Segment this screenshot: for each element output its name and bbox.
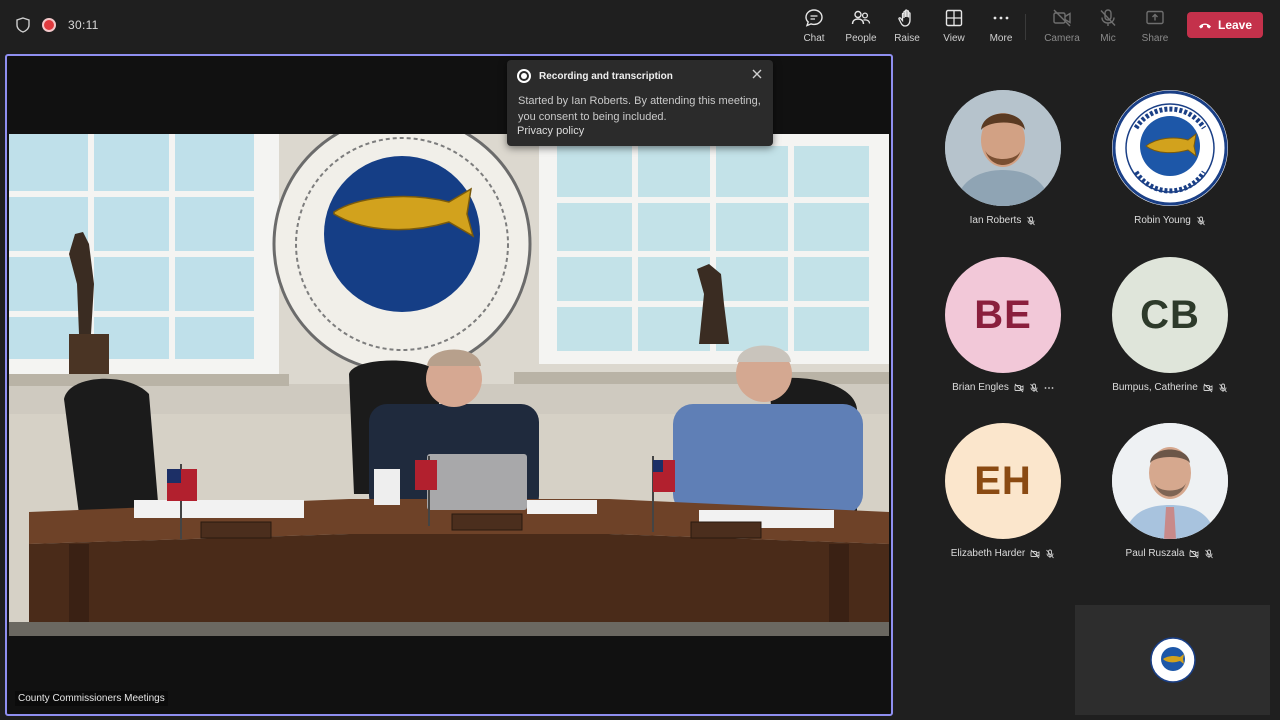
more-icon	[993, 16, 1009, 20]
county-seal-logo	[1112, 90, 1228, 206]
mic-off-icon	[1030, 383, 1038, 392]
chat-label: Chat	[803, 33, 825, 44]
teams-meeting-window: 30:11 Chat People Raise View More Camera	[0, 0, 1280, 720]
share-button[interactable]: Share	[1132, 8, 1178, 44]
camera-off-icon	[1053, 9, 1071, 27]
raise-hand-button[interactable]: Raise	[884, 8, 930, 44]
participant-name: Elizabeth Harder	[923, 548, 1083, 559]
mic-button[interactable]: Mic	[1085, 8, 1131, 44]
participant-photo	[945, 90, 1061, 206]
avatar-initials: EH	[974, 458, 1032, 503]
leave-button[interactable]: Leave	[1187, 12, 1263, 38]
participant-tile-ian-roberts[interactable]: Ian Roberts	[923, 90, 1063, 240]
more-label: More	[989, 33, 1013, 44]
raise-label: Raise	[894, 33, 920, 44]
more-button[interactable]: More	[978, 8, 1024, 44]
chat-button[interactable]: Chat	[791, 8, 837, 44]
meeting-timer: 30:11	[68, 18, 99, 32]
chat-icon	[805, 9, 823, 27]
meeting-room-video	[9, 134, 889, 636]
people-icon	[851, 10, 871, 25]
avatar-initials: CB	[1140, 292, 1200, 337]
participant-name: Ian Roberts	[923, 215, 1083, 226]
mic-off-icon	[1100, 9, 1116, 26]
privacy-policy-link[interactable]: Privacy policy	[517, 125, 763, 137]
self-view-tile[interactable]	[1075, 605, 1270, 715]
meeting-toolbar: 30:11 Chat People Raise View More Camera	[0, 0, 1280, 50]
participant-tile-paul-ruszala[interactable]: Paul Ruszala	[1090, 423, 1230, 573]
avatar: BE	[945, 257, 1061, 373]
stage-title: County Commissioners Meetings	[15, 691, 168, 706]
avatar	[945, 90, 1061, 206]
meeting-status: 30:11	[16, 15, 99, 35]
recording-notification-title: Recording and transcription	[539, 70, 673, 82]
participant-photo	[1112, 423, 1228, 539]
avatar	[1112, 90, 1228, 206]
leave-label: Leave	[1217, 18, 1253, 32]
shield-icon	[16, 17, 30, 33]
mic-off-icon	[1027, 216, 1036, 225]
participant-name: Paul Ruszala	[1090, 548, 1250, 559]
share-icon	[1146, 10, 1164, 25]
raise-hand-icon	[898, 9, 911, 27]
mic-off-icon	[1046, 549, 1055, 558]
people-button[interactable]: People	[838, 8, 884, 44]
people-label: People	[845, 33, 877, 44]
participant-tile-bumpus-catherine[interactable]: CB Bumpus, Catherine	[1090, 257, 1230, 407]
mic-off-icon	[1205, 549, 1214, 558]
recording-notification-body: Started by Ian Roberts. By attending thi…	[518, 95, 761, 123]
avatar: CB	[1112, 257, 1228, 373]
participant-name: Bumpus, Catherine	[1090, 382, 1250, 393]
toolbar-divider	[1025, 14, 1026, 40]
view-icon	[945, 9, 963, 27]
camera-off-icon	[1203, 383, 1213, 392]
participant-name: Robin Young	[1090, 215, 1250, 226]
recording-notification: Recording and transcription Started by I…	[507, 60, 773, 146]
hang-up-icon	[1198, 23, 1211, 29]
participant-name: Brian Engles	[923, 382, 1083, 393]
view-button[interactable]: View	[931, 8, 977, 44]
mic-label: Mic	[1100, 33, 1116, 44]
recording-indicator-icon	[42, 18, 56, 32]
participant-tile-elizabeth-harder[interactable]: EH Elizabeth Harder	[923, 423, 1063, 573]
view-label: View	[943, 33, 965, 44]
recording-icon	[517, 69, 531, 83]
camera-off-icon	[1190, 549, 1199, 558]
close-icon[interactable]	[751, 68, 763, 80]
avatar	[1112, 423, 1228, 539]
camera-label: Camera	[1044, 33, 1080, 44]
mic-off-icon	[1218, 383, 1227, 392]
mic-off-icon	[1197, 216, 1205, 225]
main-video-stage[interactable]: County Commissioners Meetings	[5, 54, 893, 716]
avatar: EH	[945, 423, 1061, 539]
camera-off-icon	[1014, 383, 1024, 392]
camera-button[interactable]: Camera	[1039, 8, 1085, 44]
camera-off-icon	[1030, 549, 1040, 558]
participant-tile-robin-young[interactable]: Robin Young	[1090, 90, 1230, 240]
meeting-room-scene	[9, 134, 889, 636]
more-options-icon[interactable]	[1044, 383, 1054, 393]
participant-tile-brian-engles[interactable]: BE Brian Engles	[923, 257, 1063, 407]
county-seal-logo	[1149, 637, 1196, 683]
share-label: Share	[1141, 33, 1169, 44]
avatar-initials: BE	[974, 292, 1032, 337]
